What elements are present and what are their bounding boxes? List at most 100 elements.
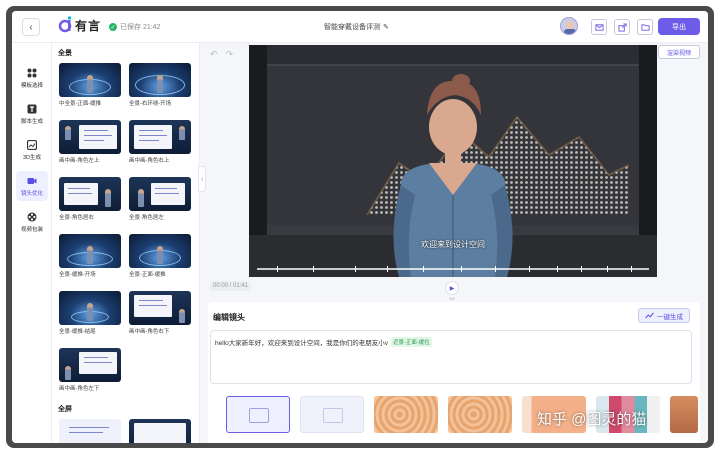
template-card[interactable]: 全景-角色居左 [129,177,191,221]
shot-option-selected[interactable] [226,396,290,433]
avatar[interactable] [560,17,578,35]
rail-item-camera[interactable]: 镜头优化 [16,171,48,201]
template-thumbnail [129,291,191,325]
template-card[interactable] [129,419,191,443]
video-preview[interactable]: 欢迎来到设计空间 [249,45,657,277]
chevron-left-icon: ‹ [29,21,33,33]
shot-edit-icon [323,408,343,423]
template-label: 全景-右环绕-开场 [129,101,172,107]
template-thumbnail [59,120,121,154]
camera-icon [27,176,37,186]
generate-label: 一键生成 [657,313,683,321]
rail-item-label: 镜头优化 [20,190,43,197]
back-button[interactable]: ‹ [22,18,40,36]
shot-option[interactable] [448,396,512,433]
share-button[interactable] [614,19,630,35]
template-card[interactable]: 画中画-角色右上 [129,120,191,164]
template-card[interactable] [59,419,121,443]
shot-option[interactable] [300,396,364,433]
template-card[interactable]: 全景-角色居右 [59,177,121,221]
template-label: 全景-正面-缓推 [129,272,166,278]
one-click-generate-button[interactable]: 一键生成 [638,308,690,323]
pencil-icon[interactable]: ✎ [383,23,389,31]
shot-option[interactable] [374,396,438,433]
edit-shot-title: 编辑镜头 [213,313,245,322]
render-video-button[interactable]: 渲染视频 [658,45,700,59]
template-label: 画中画-角色右下 [129,329,170,335]
rail-item-script[interactable]: 脚本生成 [16,99,48,129]
rail-item-package[interactable]: 视频包装 [16,207,48,237]
undo-icon[interactable]: ↶ [210,49,218,60]
template-label: 画中画-角色右上 [129,158,170,164]
rail-item-3d[interactable]: 3D生成 [16,135,48,165]
check-icon: ✓ [109,23,117,31]
doc-title-text: 智能穿戴设备评测 [324,24,380,31]
template-thumbnail [129,419,191,443]
template-card[interactable]: 画中画-角色左下 [59,348,121,392]
template-card[interactable]: 画中画-角色右下 [129,291,191,335]
template-panel: 全景 中全景-正面-缓推 全景-右环绕-开场 画中画-角色左上 画中画-角色右上… [52,43,200,443]
rail-item-label: 脚本生成 [20,118,43,125]
share-icon [617,22,627,32]
template-label: 画中画-角色左上 [59,158,100,164]
template-card[interactable]: 全景-正面-缓推 [129,234,191,278]
template-label: 全景-角色居右 [59,215,94,221]
film-reel-icon [27,212,37,222]
chevron-left-icon: ‹ [200,175,204,183]
template-card[interactable]: 全景-缓推-开场 [59,234,121,278]
grid-icon [27,68,37,78]
rail-item-label: 3D生成 [22,154,42,161]
template-card[interactable]: 画中画-角色左上 [59,120,121,164]
section-title-fullshot: 全景 [58,50,72,57]
export-button[interactable]: 导出 [658,18,700,35]
template-label: 全景-缓推-开场 [59,272,96,278]
template-label: 中全景-正面-缓推 [59,101,102,107]
video-timeline[interactable] [257,266,649,272]
folder-button[interactable] [637,19,653,35]
play-icon: ▶ [449,285,455,292]
trend-icon [645,312,654,319]
mail-icon [594,23,604,31]
rail-item-label: 模板选择 [20,82,43,89]
shot-option[interactable] [670,396,698,433]
template-thumbnail [59,234,121,268]
shot-tag[interactable]: 近景-正面-缓拉 [390,337,432,347]
template-label: 画中画-角色左下 [59,386,100,392]
section-title-fullscreen: 全屏 [58,406,72,413]
save-status: ✓ 已保存 21:42 [109,22,160,32]
template-label: 全景-角色居左 [129,215,164,221]
shot-edit-icon [249,408,269,423]
rail-item-template[interactable]: 模板选择 [16,63,48,93]
save-status-text: 已保存 21:42 [120,24,161,31]
redo-icon[interactable]: ↷ [226,49,234,60]
time-text: 00:00 / 01:41 [210,281,252,291]
template-card[interactable]: 全景-右环绕-开场 [129,63,191,107]
logo: 有言 [58,16,101,34]
watermark: 知乎 @图灵的猫 [537,411,647,428]
template-thumbnail [129,120,191,154]
template-thumbnail [59,291,121,325]
avatar-icon [564,21,576,34]
image-icon [27,139,37,150]
rail-item-label: 视频包装 [20,226,43,233]
play-button[interactable]: ▶ [445,281,459,295]
template-thumbnail [59,177,121,211]
logo-icon [58,16,72,33]
folder-icon [640,23,650,31]
template-card[interactable]: 中全景-正面-缓推 [59,63,121,107]
doc-title[interactable]: 智能穿戴设备评测 ✎ [324,22,389,32]
script-text: hello大家新年好，欢迎来到设计空间，我是你们的老朋友小v [215,340,388,347]
template-thumbnail [59,419,121,443]
template-thumbnail [129,234,191,268]
template-thumbnail [129,63,191,97]
app-window: ‹ 有言 ✓ 已保存 21:42 智能穿戴设备评测 ✎ 导出 模板选择 脚本生成… [12,11,708,443]
template-thumbnail [59,63,121,97]
template-card[interactable]: 全景-缓推-结尾 [59,291,121,335]
script-editor[interactable]: hello大家新年好，欢迎来到设计空间，我是你们的老朋友小v 近景-正面-缓拉 [210,330,692,384]
video-subtitle: 欢迎来到设计空间 [421,240,485,249]
logo-text: 有言 [75,18,102,33]
template-label: 全景-缓推-结尾 [59,329,96,335]
collapse-panel-button[interactable]: ‹ [198,166,206,192]
time-display: 00:00 / 01:41 [210,281,252,291]
mail-button[interactable] [591,19,607,35]
